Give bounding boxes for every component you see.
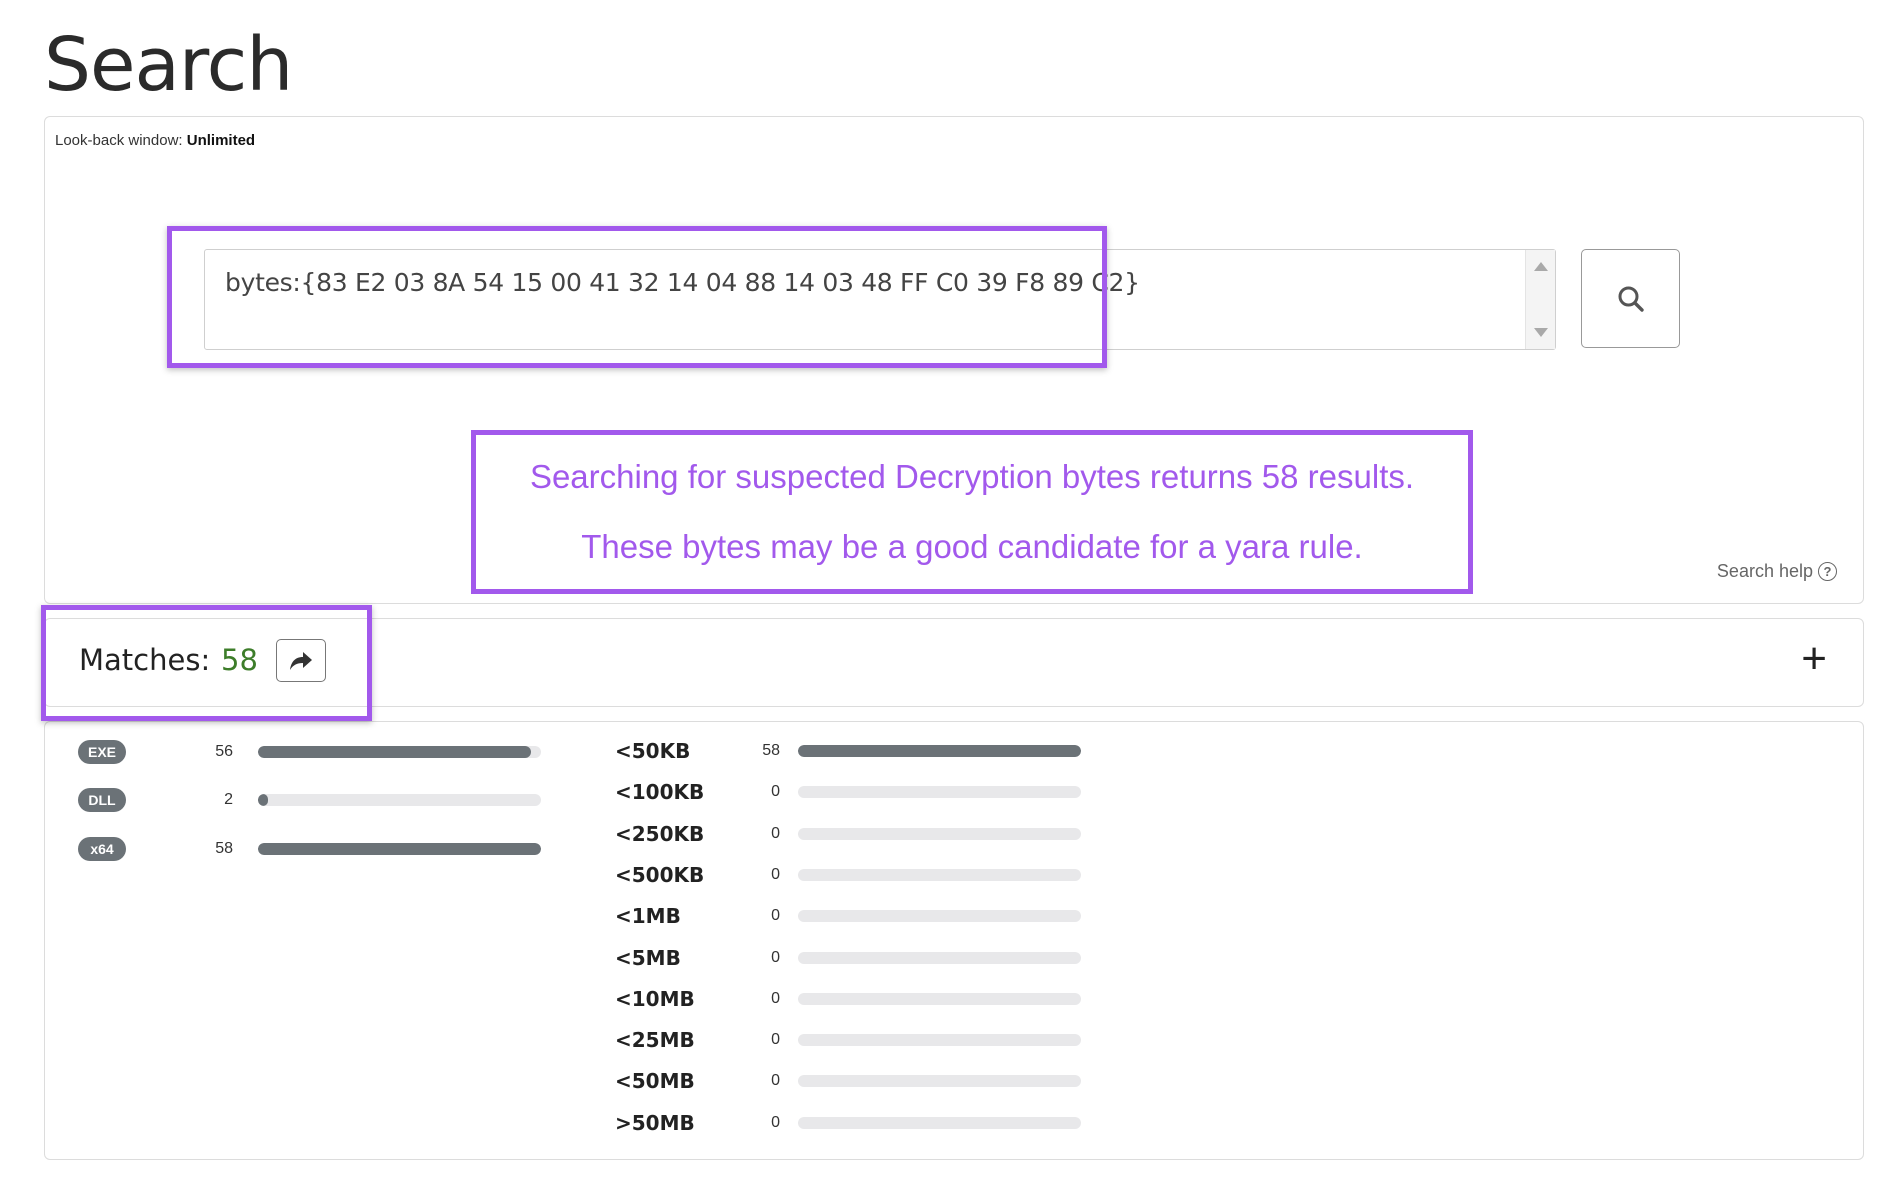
file-type-badge[interactable]: EXE	[78, 740, 126, 764]
size-bucket-label[interactable]: <50KB	[615, 739, 690, 763]
file-type-count: 58	[215, 840, 233, 857]
size-bucket-bar-track	[798, 1075, 1081, 1088]
size-bucket-label[interactable]: <250KB	[615, 822, 704, 846]
size-bucket-row[interactable]: <25MB 0	[615, 1025, 1155, 1055]
query-highlight-box	[167, 226, 1107, 368]
file-type-bar-fill	[258, 843, 541, 855]
file-type-count: 2	[224, 791, 233, 808]
size-bucket-label[interactable]: <100KB	[615, 780, 704, 804]
size-bucket-bar-track	[798, 1116, 1081, 1129]
query-scrollbar[interactable]	[1525, 250, 1555, 349]
size-bucket-label[interactable]: <50MB	[615, 1069, 695, 1093]
page-title: Search	[44, 22, 293, 108]
size-bucket-bar-track	[798, 868, 1081, 881]
size-bucket-count: 0	[771, 989, 780, 1007]
size-bucket-count: 0	[771, 824, 780, 842]
size-bucket-bar-track	[798, 992, 1081, 1005]
matches-highlight-box	[41, 605, 372, 721]
size-bucket-bar-track	[798, 1034, 1081, 1047]
size-bucket-row[interactable]: <100KB 0	[615, 777, 1155, 807]
file-type-row[interactable]: DLL 2	[45, 786, 545, 816]
lookback-window: Look-back window: Unlimited	[55, 132, 255, 149]
size-bucket-bar-fill	[798, 745, 1081, 757]
size-bucket-bar-track	[798, 745, 1081, 757]
size-bucket-count: 0	[771, 1072, 780, 1090]
size-bucket-label[interactable]: <25MB	[615, 1028, 695, 1052]
size-bucket-row[interactable]: >50MB 0	[615, 1108, 1155, 1138]
size-bucket-row[interactable]: <1MB 0	[615, 901, 1155, 931]
search-help-link[interactable]: Search help ?	[1717, 561, 1837, 582]
size-bucket-label[interactable]: >50MB	[615, 1111, 695, 1135]
size-bucket-bar-track	[798, 786, 1081, 799]
file-type-bar-track	[258, 746, 541, 758]
file-type-badge[interactable]: x64	[78, 837, 126, 861]
search-icon	[1618, 286, 1644, 312]
file-type-bar-fill	[258, 746, 532, 758]
size-bucket-count: 0	[771, 865, 780, 883]
size-bucket-count: 0	[771, 1113, 780, 1131]
stats-panel: EXE 56 DLL 2 x64 58 <50KB 58 <100KB 0 <250KB 0 <500…	[44, 721, 1864, 1160]
file-type-row[interactable]: EXE 56	[45, 738, 545, 768]
size-bucket-row[interactable]: <50KB 58	[615, 736, 1155, 766]
size-bucket-row[interactable]: <5MB 0	[615, 943, 1155, 973]
lookback-value: Unlimited	[186, 132, 256, 149]
size-bucket-row[interactable]: <250KB 0	[615, 819, 1155, 849]
scroll-down-icon[interactable]	[1534, 328, 1548, 337]
scroll-up-icon[interactable]	[1534, 262, 1548, 271]
search-button[interactable]	[1581, 249, 1680, 348]
file-type-bar-track	[258, 794, 541, 806]
size-bucket-row[interactable]: <500KB 0	[615, 860, 1155, 890]
expand-plus-icon[interactable]: +	[1801, 635, 1827, 683]
file-type-count: 56	[215, 743, 233, 760]
file-type-bar-fill	[258, 794, 268, 806]
size-bucket-bar-track	[798, 827, 1081, 840]
size-bucket-label[interactable]: <500KB	[615, 863, 704, 887]
size-bucket-count: 0	[771, 907, 780, 925]
size-bucket-row[interactable]: <50MB 0	[615, 1066, 1155, 1096]
size-bucket-label[interactable]: <1MB	[615, 904, 681, 928]
size-bucket-bar-track	[798, 951, 1081, 964]
size-bucket-count: 0	[771, 1031, 780, 1049]
size-bucket-label[interactable]: <10MB	[615, 987, 695, 1011]
size-bucket-count: 0	[771, 948, 780, 966]
file-type-badge[interactable]: DLL	[78, 788, 126, 812]
search-help-label: Search help	[1716, 561, 1813, 581]
annotation-box: Searching for suspected Decryption bytes…	[471, 430, 1473, 594]
file-type-row[interactable]: x64 58	[45, 835, 545, 865]
lookback-label: Look-back window:	[55, 132, 183, 149]
size-bucket-count: 58	[762, 742, 780, 759]
size-bucket-row[interactable]: <10MB 0	[615, 984, 1155, 1014]
annotation-line-1: Searching for suspected Decryption bytes…	[529, 458, 1415, 495]
size-bucket-bar-track	[798, 910, 1081, 923]
size-bucket-label[interactable]: <5MB	[615, 946, 681, 970]
annotation-line-2: These bytes may be a good candidate for …	[581, 528, 1363, 565]
size-bucket-count: 0	[771, 783, 780, 801]
file-type-bar-track	[258, 843, 541, 855]
help-circle-icon: ?	[1818, 562, 1837, 581]
